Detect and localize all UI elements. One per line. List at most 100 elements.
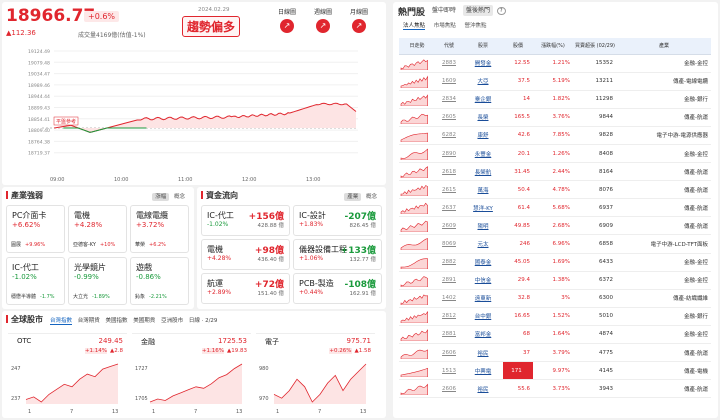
col-code[interactable]: 代號 [435, 38, 463, 55]
tab-asia[interactable]: 亞洲股市 [161, 318, 183, 324]
tab-market[interactable]: 市場焦點 [434, 23, 456, 29]
table-row[interactable]: 8069 元太 246 6.96% 6858 電子中游-LCD-TFT面板 [399, 234, 711, 254]
tab-intraday[interactable]: 盤中即時 [429, 5, 459, 16]
tab-tw-futures[interactable]: 台灣期貨 [78, 318, 100, 324]
col-net-buy[interactable]: 買賣超張 (02/29) [573, 38, 617, 55]
stock-code[interactable]: 1609 [435, 72, 463, 91]
stock-name[interactable]: 萬海 [463, 180, 503, 200]
sector-card[interactable]: PC介面卡 +6.62% 圓展 +9.96% [6, 205, 65, 253]
stock-name[interactable]: 裕民 [463, 343, 503, 363]
stock-name[interactable]: 慧洋-KY [463, 198, 503, 218]
stock-name[interactable]: 臺企銀 [463, 90, 503, 109]
stock-code[interactable]: 2615 [435, 180, 463, 200]
tab-after-hours[interactable]: 盤後熱門 [462, 5, 493, 16]
stock-code[interactable]: 8069 [435, 234, 463, 254]
table-row[interactable]: 2812 台中銀 16.65 1.52% 5010 金融-銀行 [399, 307, 711, 326]
stock-code[interactable]: 1402 [435, 289, 463, 308]
stock-name[interactable]: 台中銀 [463, 307, 503, 326]
col-price[interactable]: 股價 [503, 38, 533, 55]
market-card[interactable]: 電子 975.71 +0.26% ▲1.58 980 970 1 7 13 [256, 333, 375, 417]
table-row[interactable]: 2882 國泰金 45.05 1.69% 6433 金融-金控 [399, 253, 711, 272]
fund-card[interactable]: IC-代工 -1.02% +156億 428.88 億 [201, 205, 290, 236]
stock-name[interactable]: 開發金 [463, 54, 503, 73]
stock-name[interactable]: 長榮 [463, 108, 503, 127]
table-row[interactable]: 2606 裕民 37 3.79% 4775 傳產-航運 [399, 343, 711, 363]
table-row[interactable]: 2605 長榮 165.5 3.76% 9844 傳產-航運 [399, 108, 711, 127]
stock-code[interactable]: 2890 [435, 144, 463, 164]
stock-name[interactable]: 長榮航 [463, 162, 503, 182]
tab-daytrade[interactable]: 營沖焦點 [465, 23, 487, 29]
stock-code[interactable]: 2891 [435, 271, 463, 290]
fund-card[interactable]: 航運 +2.89% +72億 151.40 億 [201, 273, 290, 304]
tab-concept[interactable]: 概念 [171, 193, 188, 201]
stock-name[interactable]: 大亞 [463, 72, 503, 91]
market-card[interactable]: 金融 1725.53 +1.16% ▲19.83 1727 1705 1 7 13 [132, 333, 251, 417]
market-area [274, 364, 366, 404]
stock-name[interactable]: 富邦金 [463, 325, 503, 345]
stock-name[interactable]: 康舒 [463, 126, 503, 145]
stock-code[interactable]: 2606 [435, 343, 463, 363]
table-row[interactable]: 6282 康舒 42.6 7.85% 9828 電子中游-電源供應器 [399, 126, 711, 145]
tab-gain[interactable]: 漲幅 [152, 193, 170, 201]
tab-tw-index[interactable]: 台灣指數 [50, 318, 73, 325]
stock-code[interactable]: 2883 [435, 54, 463, 73]
fund-card[interactable]: 儀器設備工程 +1.06% +133億 132.77 億 [293, 239, 382, 270]
table-row[interactable]: 2606 裕民 55.6 3.73% 3943 傳產-航運 [399, 379, 711, 399]
sector-card[interactable]: 光學鏡片 -0.99% 大立光 -1.89% [68, 257, 127, 305]
stock-name[interactable]: 遠東新 [463, 289, 503, 308]
sector-card[interactable]: 電線電纜 +3.72% 華榮 +6.2% [130, 205, 189, 253]
tab-institutional[interactable]: 法人焦點 [403, 23, 426, 30]
table-row[interactable]: 1513 中興電 171 9.97% 4145 傳產-電機 [399, 361, 711, 381]
stock-code[interactable]: 2618 [435, 162, 463, 182]
table-row[interactable]: 2609 陽明 49.85 2.68% 6909 傳產-航運 [399, 216, 711, 236]
tab-us-futures[interactable]: 美國期貨 [133, 318, 155, 324]
tab-industry[interactable]: 產業 [344, 193, 362, 201]
stock-code[interactable]: 2605 [435, 108, 463, 127]
monthly-chart-button[interactable]: 月線圖 ↗ [344, 7, 374, 33]
stock-name[interactable]: 國泰金 [463, 253, 503, 272]
stock-name[interactable]: 永豐金 [463, 144, 503, 164]
stock-name[interactable]: 陽明 [463, 216, 503, 236]
stock-code[interactable]: 1513 [435, 361, 463, 381]
sector-card[interactable]: 遊戲 -0.86% 鈊象 -2.21% [130, 257, 189, 305]
sector-card[interactable]: IC-代工 -1.02% 穩懋半導體 -1.7% [6, 257, 65, 305]
industry: 金融-金控 [617, 271, 711, 290]
fund-card[interactable]: 電機 +4.28% +98億 436.40 億 [201, 239, 290, 270]
trend-cell [399, 307, 435, 326]
stock-name[interactable]: 中信金 [463, 271, 503, 290]
col-name[interactable]: 股票 [463, 38, 503, 55]
daily-chart-button[interactable]: 日線圖 ↗ [272, 7, 302, 33]
table-row[interactable]: 2891 中信金 29.4 1.38% 6372 金融-金控 [399, 271, 711, 290]
stock-code[interactable]: 2606 [435, 379, 463, 399]
stock-code[interactable]: 2834 [435, 90, 463, 109]
table-row[interactable]: 2881 富邦金 68 1.64% 4874 金融-金控 [399, 325, 711, 345]
table-row[interactable]: 2890 永豐金 20.1 1.26% 8408 金融-金控 [399, 144, 711, 164]
table-row[interactable]: 1609 大亞 37.5 5.19% 13211 傳產-電線電纜 [399, 72, 711, 91]
stock-code[interactable]: 2881 [435, 325, 463, 345]
table-row[interactable]: 2883 開發金 12.55 1.21% 15352 金融-金控 [399, 54, 711, 73]
table-row[interactable]: 2618 長榮航 31.45 2.44% 8164 傳產-航運 [399, 162, 711, 182]
table-row[interactable]: 2834 臺企銀 14 1.82% 11298 金融-銀行 [399, 90, 711, 109]
col-change[interactable]: 漲跌幅(%) [533, 38, 573, 55]
stock-name[interactable]: 裕民 [463, 379, 503, 399]
lead-stock-name: 圓展 [11, 242, 22, 248]
table-row[interactable]: 2615 萬海 50.4 4.78% 8076 傳產-航運 [399, 180, 711, 200]
stock-code[interactable]: 2637 [435, 198, 463, 218]
fund-card[interactable]: PCB-製造 +0.44% -108億 162.91 億 [293, 273, 382, 304]
market-card[interactable]: OTC 249.45 +1.14% ▲2.8 247 237 1 7 13 [8, 333, 127, 417]
tab-daily[interactable]: 日線 · 2/29 [189, 318, 218, 324]
stock-name[interactable]: 中興電 [463, 361, 503, 381]
tab-concept[interactable]: 概念 [363, 193, 380, 201]
tab-us-index[interactable]: 美國指數 [106, 318, 128, 324]
stock-code[interactable]: 6282 [435, 126, 463, 145]
fund-card[interactable]: IC-設計 +1.83% -207億 826.45 億 [293, 205, 382, 236]
stock-name[interactable]: 元太 [463, 234, 503, 254]
table-row[interactable]: 1402 遠東新 32.8 3% 6300 傳產-紡織纖維 [399, 289, 711, 308]
help-icon[interactable]: ? [496, 7, 506, 15]
weekly-chart-button[interactable]: 週線圖 ↗ [308, 7, 338, 33]
table-row[interactable]: 2637 慧洋-KY 61.4 5.68% 6937 傳產-航運 [399, 198, 711, 218]
stock-code[interactable]: 2609 [435, 216, 463, 236]
stock-code[interactable]: 2882 [435, 253, 463, 272]
stock-code[interactable]: 2812 [435, 307, 463, 326]
sector-card[interactable]: 電機 +4.28% 亞德客-KY +10% [68, 205, 127, 253]
